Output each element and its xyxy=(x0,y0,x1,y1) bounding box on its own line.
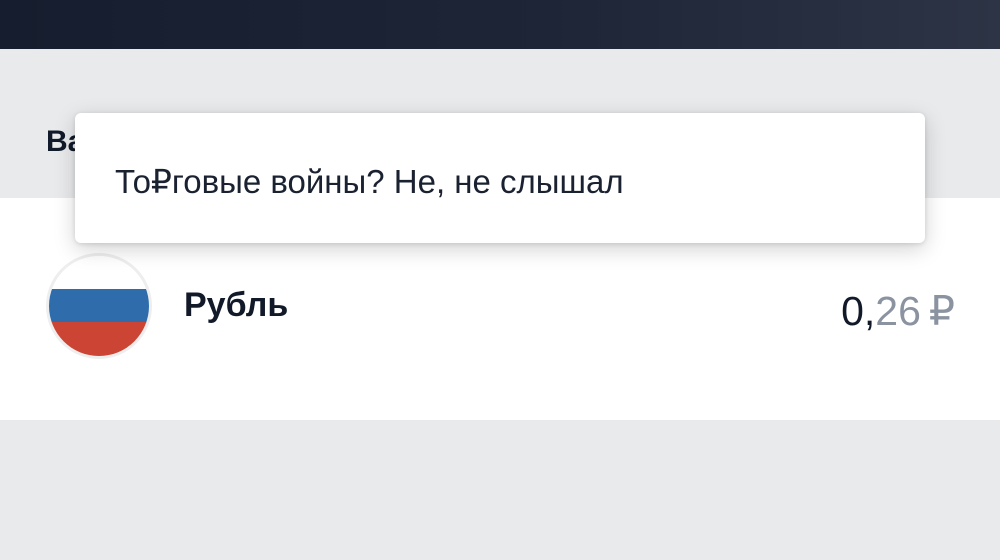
tooltip-popup: То₽говые войны? Не, не слышал xyxy=(75,113,925,243)
currency-name: Рубль xyxy=(184,286,289,324)
currency-value-fraction: 26 xyxy=(875,288,921,334)
currency-symbol: ₽ xyxy=(928,288,955,334)
currency-value-integer: 0, xyxy=(841,288,876,334)
currency-row[interactable]: Рубль 0,26 ₽ xyxy=(0,253,1000,363)
tooltip-text: То₽говые войны? Не, не слышал xyxy=(115,163,624,200)
russia-flag-icon xyxy=(46,253,152,359)
top-bar xyxy=(0,0,1000,49)
currency-value: 0,26 ₽ xyxy=(841,287,955,335)
bottom-area xyxy=(0,420,1000,560)
